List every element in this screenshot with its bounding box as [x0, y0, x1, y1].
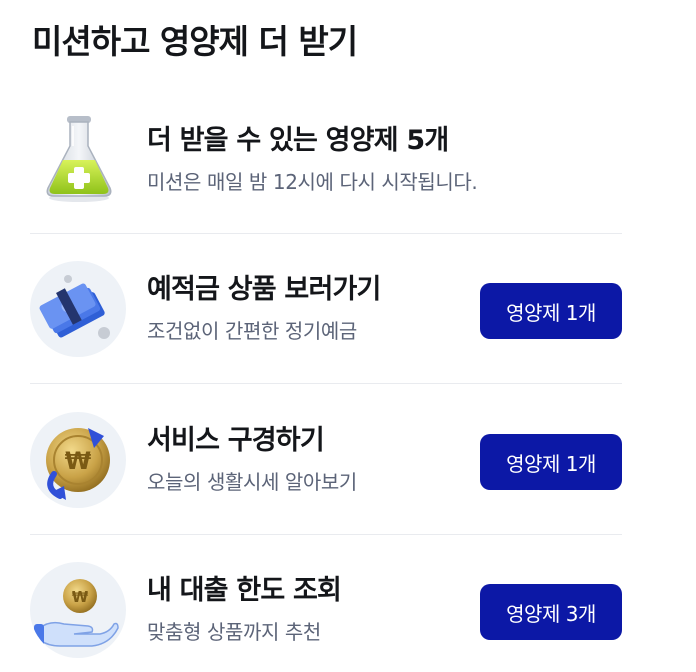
- mission-summary: 더 받을 수 있는 영양제 5개 미션은 매일 밤 12시에 다시 시작됩니다.: [30, 108, 630, 208]
- money-stack-icon: [30, 261, 126, 357]
- page-title: 미션하고 영양제 더 받기: [32, 22, 358, 61]
- reward-button[interactable]: 영양제 1개: [480, 434, 622, 490]
- mission-title: 예적금 상품 보러가기: [147, 274, 381, 305]
- mission-subtitle: 맞춤형 상품까지 추천: [147, 620, 321, 644]
- divider: [30, 383, 622, 384]
- mission-subtitle: 오늘의 생활시세 알아보기: [147, 470, 357, 494]
- divider: [30, 534, 622, 535]
- mission-item-service[interactable]: ₩ 서비스 구경하기 오늘의 생활시세 알아보기 영양제 1개: [30, 410, 622, 510]
- flask-plus-icon: [42, 112, 116, 204]
- divider: [30, 233, 622, 234]
- reward-button[interactable]: 영양제 3개: [480, 584, 622, 640]
- won-coin-exchange-icon: ₩: [30, 412, 126, 508]
- svg-text:₩: ₩: [65, 447, 92, 475]
- mission-subtitle: 조건없이 간편한 정기예금: [147, 319, 357, 343]
- mission-item-loan[interactable]: ₩ 내 대출 한도 조회 맞춤형 상품까지 추천 영양제 3개: [30, 560, 622, 660]
- mission-title: 내 대출 한도 조회: [147, 575, 342, 606]
- summary-title: 더 받을 수 있는 영양제 5개: [147, 125, 449, 156]
- mission-item-savings[interactable]: 예적금 상품 보러가기 조건없이 간편한 정기예금 영양제 1개: [30, 259, 622, 359]
- reward-button[interactable]: 영양제 1개: [480, 283, 622, 339]
- svg-text:₩: ₩: [72, 588, 89, 606]
- mission-title: 서비스 구경하기: [147, 425, 325, 456]
- summary-subtitle: 미션은 매일 밤 12시에 다시 시작됩니다.: [147, 170, 478, 194]
- hand-coin-icon: ₩: [30, 562, 126, 658]
